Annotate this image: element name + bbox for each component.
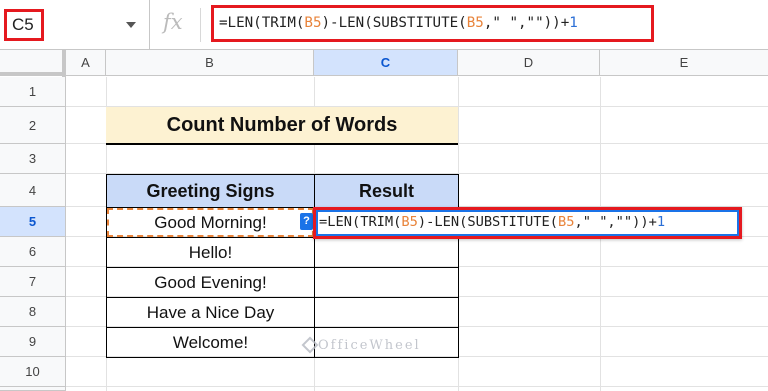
formula-cell-ref: B5 [466,15,484,31]
formula-text: )-LEN(SUBSTITUTE( [321,15,467,31]
column-header-e[interactable]: E [600,50,768,76]
column-header-c[interactable]: C [314,50,458,76]
sheet-title[interactable]: Count Number of Words [106,107,458,145]
row-header-1[interactable]: 1 [0,77,66,107]
formula-cell-ref: B5 [304,15,322,31]
name-box-value[interactable]: C5 [4,9,44,41]
formula-text: ," ",""))+ [574,214,657,230]
formula-text: =LEN(TRIM( [219,15,305,31]
fx-icon: fx [163,10,183,34]
table-header-greeting-signs[interactable]: Greeting Signs [106,174,315,208]
watermark: OfficeWheel [318,338,421,353]
table-cell-result[interactable] [314,297,459,328]
formula-input[interactable]: =LEN(TRIM(B5)-LEN(SUBSTITUTE(B5," ",""))… [211,5,654,42]
row-header-9[interactable]: 9 [0,327,66,357]
row-header-2[interactable]: 2 [0,107,66,144]
row-header-8[interactable]: 8 [0,297,66,327]
row-header-5[interactable]: 5 [0,207,66,237]
column-header-b[interactable]: B [106,50,314,76]
formula-cell-ref: B5 [401,214,418,230]
table-cell-result[interactable] [314,267,459,298]
formula-text: =LEN(TRIM( [319,214,402,230]
column-header-a[interactable]: A [66,50,106,76]
column-header-d[interactable]: D [458,50,600,76]
formula-bar: C5 fx =LEN(TRIM(B5)-LEN(SUBSTITUTE(B5," … [0,0,768,50]
formula-cell-ref: B5 [557,214,575,230]
table-cell-sign[interactable]: Hello! [106,237,315,268]
row-header-3[interactable]: 3 [0,144,66,174]
formula-number: 1 [656,214,666,230]
row-header-11[interactable] [0,387,66,391]
formula-number: 1 [569,15,578,31]
table-cell-sign[interactable]: Welcome! [106,327,315,358]
divider [200,8,201,42]
referenced-cell-highlight [107,208,314,237]
table-cell-sign[interactable]: Good Evening! [106,267,315,298]
row-header-10[interactable]: 10 [0,357,66,387]
formula-text: )-LEN(SUBSTITUTE( [417,214,558,230]
row-header-6[interactable]: 6 [0,237,66,267]
formula-text: ," ",""))+ [483,15,570,31]
formula-help-icon[interactable]: ? [300,213,313,230]
table-cell-sign[interactable]: Have a Nice Day [106,297,315,328]
select-all-corner[interactable] [0,50,66,77]
row-header-4[interactable]: 4 [0,174,66,207]
table-cell-result[interactable] [314,237,459,268]
table-header-result[interactable]: Result [314,174,459,208]
in-cell-formula-editor[interactable]: =LEN(TRIM(B5)-LEN(SUBSTITUTE(B5," ",""))… [313,207,742,239]
name-box[interactable]: C5 [0,0,150,50]
chevron-down-icon[interactable] [126,22,136,28]
gridline [66,386,768,387]
row-header-7[interactable]: 7 [0,267,66,297]
